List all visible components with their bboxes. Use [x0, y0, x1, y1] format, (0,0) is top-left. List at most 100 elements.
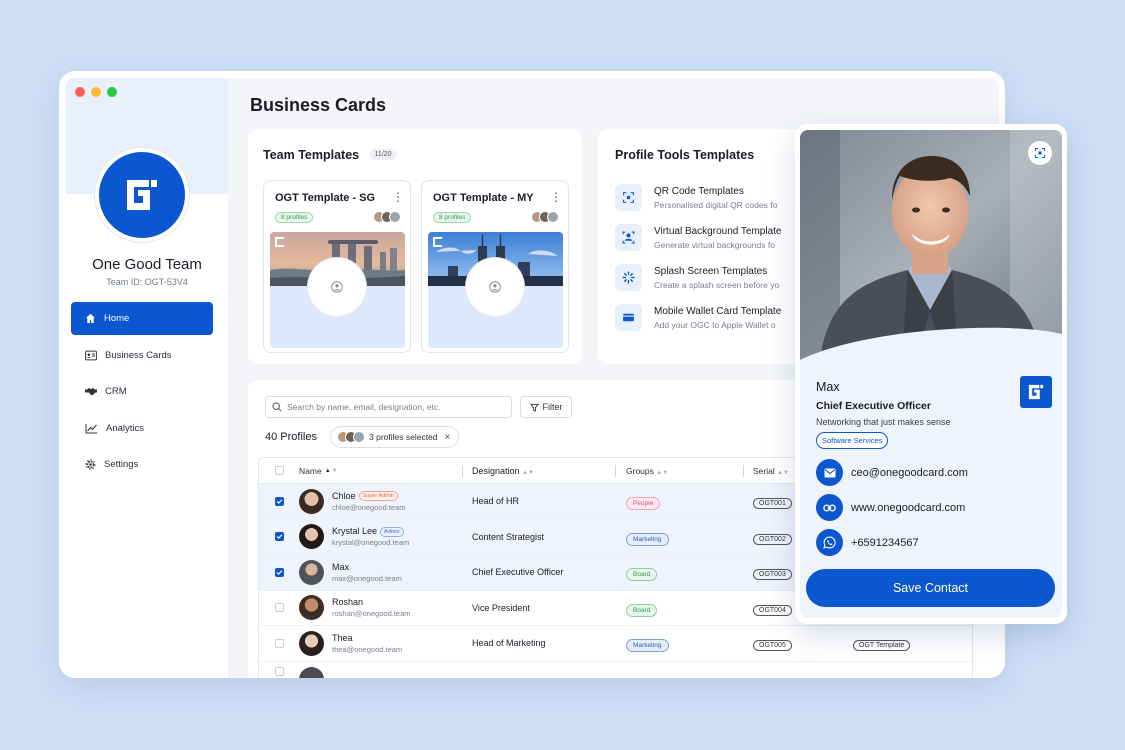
tool-item-virtual-background[interactable]: Virtual Background Template Generate virt… — [615, 224, 782, 251]
team-templates-title: Team Templates — [263, 148, 360, 162]
card-name: Max — [816, 380, 840, 394]
window-controls — [75, 87, 117, 97]
role-badge: Super Admin — [358, 491, 399, 502]
profile-card-body: Max Chief Executive Officer Networking t… — [800, 130, 1062, 618]
column-divider — [462, 465, 463, 477]
sort-descending-icon[interactable]: ▼ — [332, 468, 338, 474]
avatar-stack — [337, 431, 365, 443]
profile-placeholder — [466, 258, 524, 316]
tool-item-mobile-wallet[interactable]: Mobile Wallet Card Template Add your OGC … — [615, 304, 781, 331]
tool-description: Create a splash screen before yo — [654, 280, 780, 290]
row-checkbox[interactable] — [274, 532, 284, 542]
sidebar-item-label: Business Cards — [105, 349, 172, 361]
tool-item-splash-screen[interactable]: Splash Screen Templates Create a splash s… — [615, 264, 779, 291]
qr-code-button[interactable] — [1028, 141, 1052, 165]
profile-email: roshan@onegood.team — [332, 609, 411, 619]
profiles-count: 40 Profiles — [265, 431, 317, 443]
team-logo — [95, 148, 189, 242]
profile-card-preview: Max Chief Executive Officer Networking t… — [795, 124, 1067, 624]
card-title: Chief Executive Officer — [816, 400, 931, 412]
template-card-my[interactable]: OGT Template - MY ⋮ 8 profiles — [421, 180, 569, 353]
more-options-icon[interactable]: ⋮ — [550, 190, 562, 204]
selected-profiles-chip[interactable]: 3 profiles selected × — [330, 426, 460, 448]
maximize-window-button[interactable] — [107, 87, 117, 97]
template-card-sg[interactable]: OGT Template - SG ⋮ 8 profiles — [263, 180, 411, 353]
row-checkbox[interactable] — [274, 567, 284, 577]
check-icon — [276, 499, 282, 504]
row-checkbox[interactable] — [274, 666, 284, 676]
profiles-badge: 8 profiles — [433, 212, 472, 223]
serial-badge: OGT001 — [753, 498, 792, 510]
avatar-stack — [531, 211, 559, 223]
row-checkbox[interactable] — [274, 638, 284, 648]
sidebar-item-settings[interactable]: Settings — [71, 448, 213, 481]
profile-designation: Head of Marketing — [472, 638, 546, 649]
column-label: Designation — [472, 465, 520, 476]
link-icon — [823, 504, 836, 511]
home-icon — [85, 313, 96, 324]
table-row[interactable] — [259, 661, 972, 678]
minimize-window-button[interactable] — [91, 87, 101, 97]
g-logo-icon — [1028, 384, 1044, 400]
avatar — [299, 595, 324, 621]
group-badge: Marketing — [626, 532, 669, 546]
save-contact-button[interactable]: Save Contact — [806, 569, 1055, 607]
row-checkbox[interactable] — [274, 603, 284, 613]
sidebar-item-crm[interactable]: CRM — [71, 375, 213, 408]
select-all-checkbox[interactable] — [274, 466, 284, 475]
sidebar-nav: Home Business Cards CRM Analytics Settin… — [71, 302, 213, 485]
sidebar-item-label: Settings — [104, 459, 139, 470]
profile-photo — [800, 130, 1062, 360]
team-templates-panel: Team Templates 11/20 OGT Template - SG ⋮… — [248, 129, 582, 364]
sort-icon[interactable]: ▲▼ — [522, 470, 534, 476]
contact-email[interactable]: ceo@onegoodcard.com — [816, 459, 968, 486]
avatar — [299, 559, 324, 585]
wallet-icon — [623, 313, 634, 322]
serial-badge: OGT002 — [753, 533, 792, 545]
user-icon — [331, 281, 343, 293]
user-icon — [489, 281, 501, 293]
template-preview — [270, 232, 405, 348]
search-bar[interactable] — [265, 396, 512, 418]
sort-ascending-icon[interactable]: ▲ — [325, 468, 331, 474]
clear-selection-icon[interactable]: × — [445, 432, 451, 443]
sort-icon[interactable]: ▲▼ — [777, 470, 789, 476]
card-tagline: Networking that just makes sense — [816, 417, 951, 427]
sidebar-item-analytics[interactable]: Analytics — [71, 412, 213, 445]
column-header-designation[interactable]: Designation ▲▼ — [472, 466, 626, 476]
avatar — [299, 488, 324, 514]
profile-designation: Head of HR — [472, 496, 520, 507]
close-window-button[interactable] — [75, 87, 85, 97]
profile-name: Max — [332, 561, 350, 572]
profile-name: Roshan — [332, 597, 364, 608]
sort-icon[interactable]: ▲▼ — [656, 470, 668, 476]
more-options-icon[interactable]: ⋮ — [392, 190, 404, 204]
column-label: Name — [299, 465, 322, 476]
tool-item-qr-code[interactable]: QR Code Templates Personalised digital QR… — [615, 184, 777, 211]
contact-website[interactable]: www.onegoodcard.com — [816, 494, 965, 521]
sidebar-item-home[interactable]: Home — [71, 302, 213, 335]
industry-badge: Software Services — [816, 432, 889, 449]
g-logo-icon — [127, 180, 157, 210]
profile-placeholder — [308, 258, 366, 316]
tool-title: Mobile Wallet Card Template — [654, 306, 782, 317]
avatar — [299, 524, 324, 550]
template-badge: OGT Template — [853, 640, 911, 652]
search-input[interactable] — [287, 402, 497, 412]
g-logo-icon — [433, 237, 443, 247]
column-header-name[interactable]: Name ▲ ▼ — [299, 466, 472, 476]
template-name: OGT Template - SG — [275, 192, 376, 204]
tool-description: Generate virtual backgrounds fo — [654, 240, 775, 250]
column-divider — [615, 465, 616, 477]
g-logo-icon — [275, 237, 285, 247]
filter-button[interactable]: Filter — [520, 396, 572, 418]
profile-designation: Chief Executive Officer — [472, 567, 564, 578]
profile-email: chloe@onegood.team — [332, 502, 406, 512]
sidebar-item-business-cards[interactable]: Business Cards — [71, 339, 213, 372]
avatar-stack — [373, 211, 401, 223]
contact-phone[interactable]: +6591234567 — [816, 529, 919, 556]
profiles-badge: 8 profiles — [275, 212, 314, 223]
row-checkbox[interactable] — [274, 496, 284, 506]
check-icon — [276, 570, 282, 575]
column-header-groups[interactable]: Groups ▲▼ — [626, 466, 753, 476]
